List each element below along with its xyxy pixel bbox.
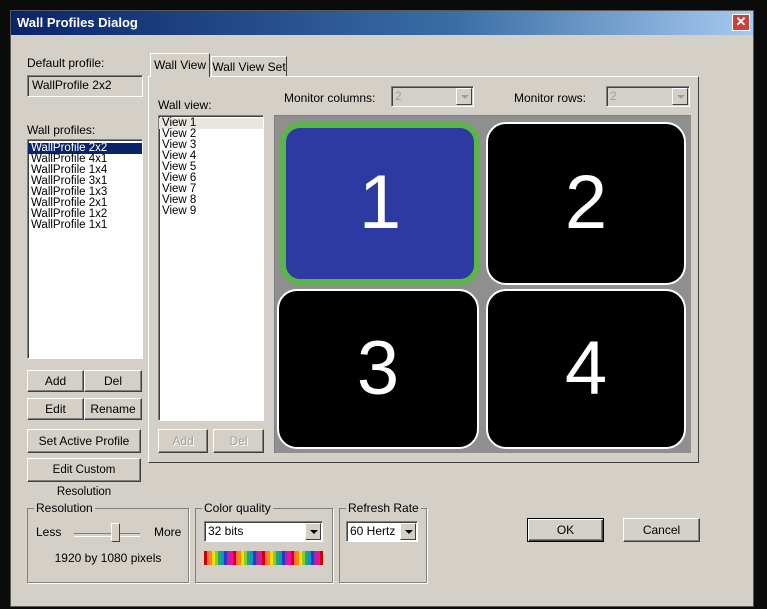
wall-view-list[interactable]: View 1 View 2 View 3 View 4 View 5 View 6 View… (158, 115, 264, 421)
default-profile-label: Default profile: (27, 56, 105, 70)
resolution-slider-thumb[interactable] (111, 523, 120, 542)
wall-view-item[interactable]: View 9 (159, 205, 263, 217)
resolution-value: 1920 by 1080 pixels (54, 551, 162, 565)
monitor-columns-value: 2 (395, 89, 402, 103)
wall-view-label: Wall view: (158, 98, 212, 112)
rename-profile-button[interactable]: Rename (84, 398, 142, 420)
chevron-down-icon[interactable] (400, 523, 416, 540)
add-profile-button[interactable]: Add (27, 370, 84, 392)
cancel-button[interactable]: Cancel (623, 518, 700, 542)
default-profile-field: WallProfile 2x2 (27, 75, 143, 97)
monitor-rows-label: Monitor rows: (514, 91, 587, 105)
tab-wall-view[interactable]: Wall View (150, 53, 210, 77)
wall-profiles-label: Wall profiles: (27, 123, 96, 137)
monitor-tile-4[interactable]: 4 (486, 289, 686, 449)
color-quality-group: Color quality 32 bits (195, 501, 333, 583)
color-spectrum-bar (204, 551, 323, 565)
wall-profiles-list[interactable]: WallProfile 2x2 WallProfile 4x1 WallProfil… (27, 139, 143, 359)
edit-profile-button[interactable]: Edit (27, 398, 84, 420)
add-view-button[interactable]: Add (158, 429, 208, 453)
monitor-tile-3[interactable]: 3 (277, 289, 479, 449)
resolution-less-label: Less (36, 525, 62, 539)
ok-button[interactable]: OK (527, 518, 604, 542)
refresh-rate-title: Refresh Rate (346, 501, 421, 515)
color-quality-title: Color quality (202, 501, 273, 515)
delete-profile-button[interactable]: Del (84, 370, 142, 392)
monitor-tile-2[interactable]: 2 (486, 122, 686, 285)
tab-wall-view-set[interactable]: Wall View Set (211, 56, 287, 77)
monitor-rows-select[interactable]: 2 (606, 86, 690, 107)
delete-view-button[interactable]: Del (213, 429, 264, 453)
resolution-group: Resolution Less More 1920 by 1080 pixels (27, 501, 189, 583)
refresh-rate-value: 60 Hertz (350, 524, 396, 538)
monitor-columns-label: Monitor columns: (284, 91, 376, 105)
set-active-profile-button[interactable]: Set Active Profile (27, 429, 141, 453)
wall-profile-item[interactable]: WallProfile 1x1 (28, 219, 142, 231)
monitor-columns-select[interactable]: 2 (391, 86, 474, 107)
chevron-down-icon[interactable] (672, 88, 688, 105)
refresh-rate-group: Refresh Rate 60 Hertz (339, 501, 427, 583)
wall-profiles-dialog: Wall Profiles Dialog ✕ Default profile: … (10, 10, 754, 607)
title-bar: Wall Profiles Dialog ✕ (11, 11, 753, 35)
monitor-rows-value: 2 (610, 89, 617, 103)
monitor-wall-preview: 1 2 3 4 (274, 115, 691, 453)
edit-custom-resolution-button[interactable]: Edit Custom Resolution (27, 458, 141, 498)
resolution-title: Resolution (34, 501, 95, 515)
refresh-rate-select[interactable]: 60 Hertz (346, 521, 418, 542)
resolution-more-label: More (154, 525, 182, 539)
chevron-down-icon[interactable] (305, 523, 321, 540)
chevron-down-icon[interactable] (456, 88, 472, 105)
resolution-slider-track[interactable] (74, 533, 140, 537)
color-quality-value: 32 bits (208, 524, 244, 538)
color-quality-select[interactable]: 32 bits (204, 521, 323, 542)
monitor-tile-1[interactable]: 1 (280, 122, 480, 285)
dialog-title: Wall Profiles Dialog (17, 15, 138, 30)
close-icon[interactable]: ✕ (732, 14, 750, 31)
